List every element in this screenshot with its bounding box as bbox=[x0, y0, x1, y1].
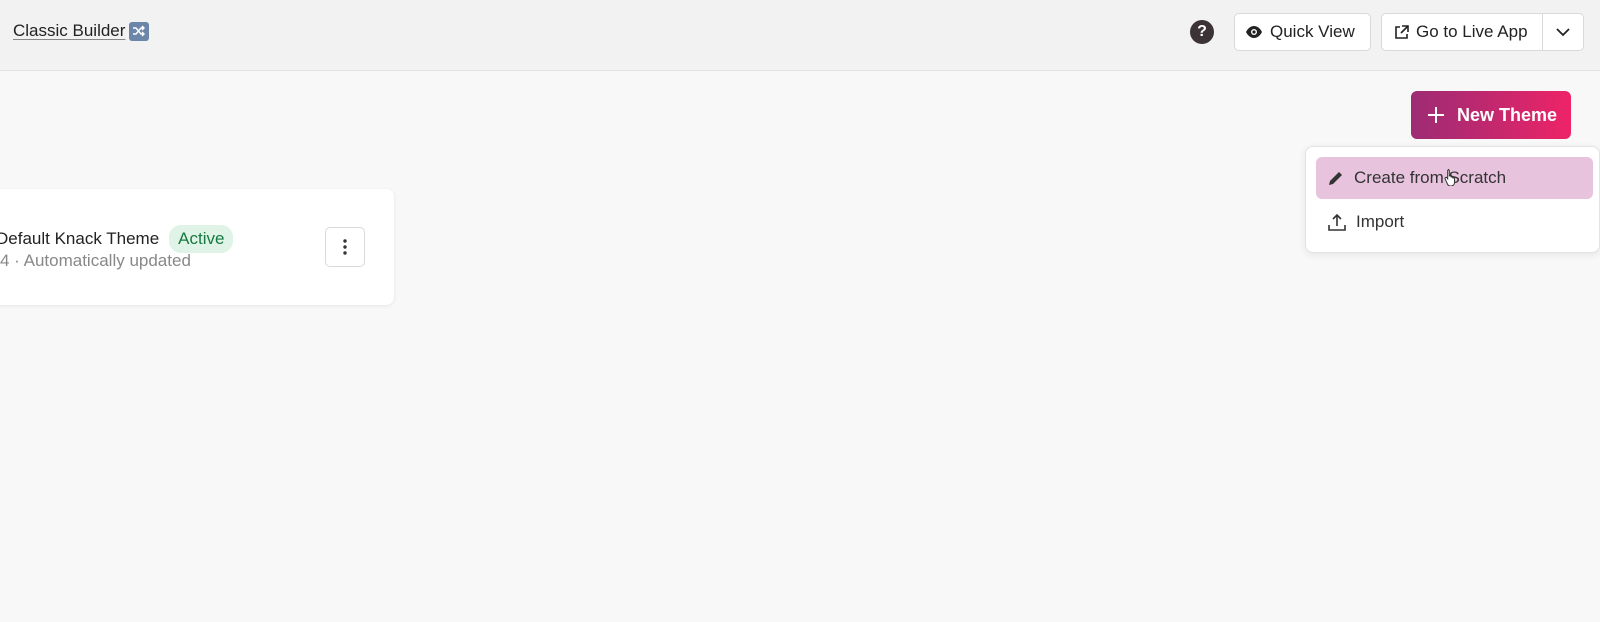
help-icon[interactable]: ? bbox=[1190, 20, 1214, 44]
theme-meta: 4 · Automatically updated bbox=[0, 251, 191, 270]
theme-card-title: Default Knack Theme Active bbox=[0, 225, 234, 253]
plus-icon bbox=[1428, 107, 1444, 123]
new-theme-button[interactable]: New Theme bbox=[1411, 91, 1571, 139]
pencil-icon bbox=[1329, 172, 1342, 185]
hand-cursor-icon bbox=[1444, 169, 1455, 186]
chevron-down-icon bbox=[1556, 28, 1570, 37]
quick-view-button[interactable]: Quick View bbox=[1234, 13, 1371, 51]
help-label: ? bbox=[1197, 23, 1207, 40]
theme-options-button[interactable] bbox=[325, 227, 365, 267]
live-app-dropdown-button[interactable] bbox=[1543, 13, 1584, 51]
go-to-live-app-label: Go to Live App bbox=[1416, 22, 1528, 41]
theme-card[interactable]: Default Knack Theme Active 4 · Automatic… bbox=[0, 189, 394, 305]
classic-builder-link[interactable]: Classic Builder bbox=[13, 21, 150, 41]
theme-name: Default Knack Theme bbox=[0, 229, 160, 248]
menu-item-import[interactable]: Import bbox=[1316, 201, 1593, 243]
new-theme-label: New Theme bbox=[1457, 104, 1558, 125]
more-vertical-icon bbox=[343, 239, 347, 255]
external-link-icon bbox=[1395, 24, 1409, 39]
shuffle-icon bbox=[129, 21, 150, 41]
go-to-live-app-button[interactable]: Go to Live App bbox=[1381, 13, 1543, 51]
classic-builder-label: Classic Builder bbox=[13, 21, 126, 40]
menu-item-label: Create from Scratch bbox=[1354, 168, 1507, 187]
top-bar: Classic Builder ? Quick View Go to Live … bbox=[0, 0, 1600, 71]
menu-item-label: Import bbox=[1356, 212, 1405, 231]
eye-icon bbox=[1246, 26, 1262, 38]
status-badge: Active bbox=[169, 225, 234, 253]
upload-icon bbox=[1328, 213, 1346, 231]
quick-view-label: Quick View bbox=[1270, 22, 1355, 41]
new-theme-menu: Create from Scratch Import bbox=[1305, 146, 1600, 253]
